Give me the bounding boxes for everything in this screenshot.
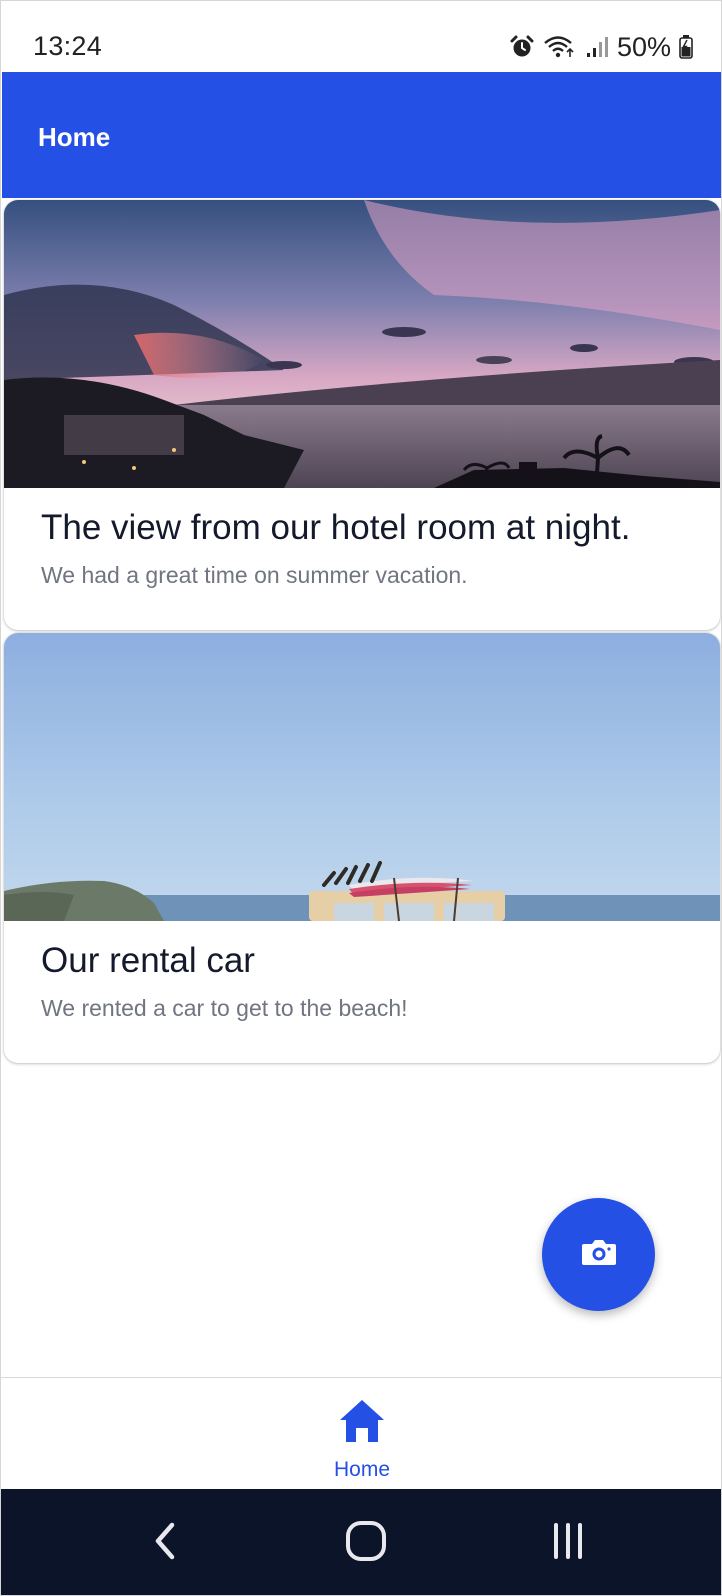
system-navigation-bar [1, 1489, 721, 1595]
status-bar: 13:24 50% [1, 1, 721, 72]
camera-icon [581, 1237, 617, 1272]
page-title: Home [38, 122, 111, 152]
app-bar: Home [2, 72, 721, 198]
nav-item-home[interactable]: Home [312, 1388, 412, 1484]
post-description: We rented a car to get to the beach! [41, 995, 408, 1021]
wifi-icon [543, 34, 577, 60]
battery-percentage: 50% [616, 31, 671, 62]
status-icons: 50% [509, 31, 693, 63]
status-time: 13:24 [33, 31, 103, 61]
photo-card[interactable]: Our rental car We rented a car to get to… [4, 633, 720, 1063]
recents-button[interactable] [528, 1511, 608, 1575]
nav-item-label: Home [333, 1458, 391, 1481]
system-home-button[interactable] [326, 1511, 406, 1575]
signal-icon [585, 34, 609, 60]
recents-icon [548, 1521, 588, 1566]
battery-icon [679, 34, 693, 60]
post-title: The view from our hotel room at night. [41, 508, 631, 547]
bottom-navigation: Home [1, 1377, 721, 1489]
car-with-surfboards-photo [4, 633, 720, 921]
back-icon [150, 1521, 180, 1566]
photo-card[interactable]: The view from our hotel room at night. W… [4, 200, 720, 630]
camera-fab-button[interactable] [542, 1198, 655, 1311]
sunset-sea-photo [4, 200, 720, 488]
alarm-icon [509, 34, 535, 60]
post-description: We had a great time on summer vacation. [41, 562, 468, 588]
back-button[interactable] [125, 1511, 205, 1575]
post-title: Our rental car [41, 941, 255, 980]
app-screen: 13:24 50% Home The view from our hotel r… [0, 0, 722, 1596]
home-circle-icon [344, 1519, 388, 1568]
home-icon [338, 1398, 386, 1449]
